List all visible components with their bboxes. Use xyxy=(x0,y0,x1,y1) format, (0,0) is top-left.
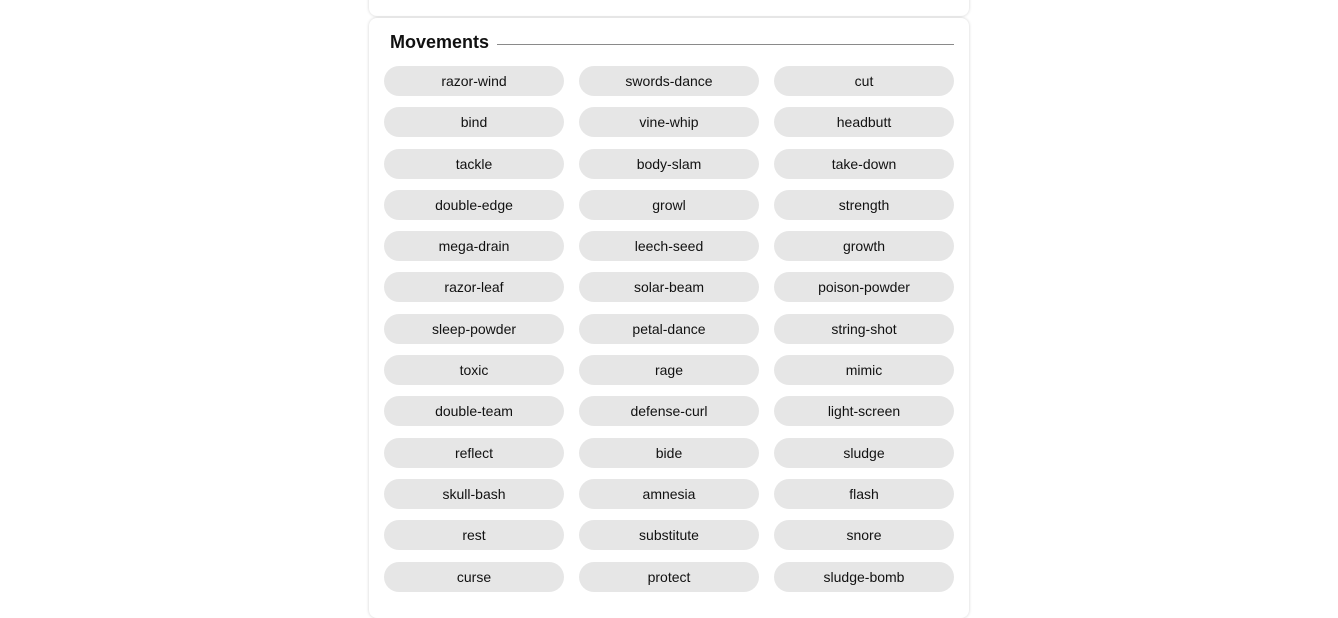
move-pill-sludge[interactable]: sludge xyxy=(774,437,954,468)
move-pill-bind[interactable]: bind xyxy=(384,107,564,138)
move-pill-razor-leaf[interactable]: razor-leaf xyxy=(384,272,564,303)
move-pill-razor-wind[interactable]: razor-wind xyxy=(384,66,564,96)
move-pill-petal-dance[interactable]: petal-dance xyxy=(579,313,759,344)
move-pill-toxic[interactable]: toxic xyxy=(384,355,564,386)
move-pill-body-slam[interactable]: body-slam xyxy=(579,148,759,179)
previous-section-card xyxy=(369,0,969,16)
move-pill-strength[interactable]: strength xyxy=(774,189,954,220)
move-pill-leech-seed[interactable]: leech-seed xyxy=(579,231,759,262)
move-pill-light-screen[interactable]: light-screen xyxy=(774,396,954,427)
move-pill-reflect[interactable]: reflect xyxy=(384,437,564,468)
move-pill-mimic[interactable]: mimic xyxy=(774,355,954,386)
move-pill-sludge-bomb[interactable]: sludge-bomb xyxy=(774,561,954,592)
section-divider xyxy=(497,43,954,45)
move-pill-take-down[interactable]: take-down xyxy=(774,148,954,179)
move-pill-snore[interactable]: snore xyxy=(774,520,954,551)
move-pill-rage[interactable]: rage xyxy=(579,355,759,386)
move-pill-defense-curl[interactable]: defense-curl xyxy=(579,396,759,427)
movements-card: Movements razor-wind swords-dance cut bind v… xyxy=(369,18,969,618)
move-pill-tackle[interactable]: tackle xyxy=(384,148,564,179)
move-pill-solar-beam[interactable]: solar-beam xyxy=(579,272,759,303)
move-pill-bide[interactable]: bide xyxy=(579,437,759,468)
move-pill-double-team[interactable]: double-team xyxy=(384,396,564,427)
move-pill-poison-powder[interactable]: poison-powder xyxy=(774,272,954,303)
move-pill-string-shot[interactable]: string-shot xyxy=(774,313,954,344)
move-pill-curse[interactable]: curse xyxy=(384,561,564,592)
move-pill-growl[interactable]: growl xyxy=(579,189,759,220)
move-pill-skull-bash[interactable]: skull-bash xyxy=(384,478,564,509)
section-header: Movements xyxy=(390,30,954,54)
move-pill-flash[interactable]: flash xyxy=(774,478,954,509)
move-pill-headbutt[interactable]: headbutt xyxy=(774,107,954,138)
move-pill-substitute[interactable]: substitute xyxy=(579,520,759,551)
move-pill-cut[interactable]: cut xyxy=(774,66,954,96)
move-pill-double-edge[interactable]: double-edge xyxy=(384,189,564,220)
move-pill-swords-dance[interactable]: swords-dance xyxy=(579,66,759,96)
move-pill-amnesia[interactable]: amnesia xyxy=(579,478,759,509)
move-pill-rest[interactable]: rest xyxy=(384,520,564,551)
moves-grid: razor-wind swords-dance cut bind vine-whip he… xyxy=(384,66,954,592)
move-pill-sleep-powder[interactable]: sleep-powder xyxy=(384,313,564,344)
section-title: Movements xyxy=(390,31,490,52)
move-pill-protect[interactable]: protect xyxy=(579,561,759,592)
move-pill-mega-drain[interactable]: mega-drain xyxy=(384,231,564,262)
move-pill-growth[interactable]: growth xyxy=(774,231,954,262)
move-pill-vine-whip[interactable]: vine-whip xyxy=(579,107,759,138)
